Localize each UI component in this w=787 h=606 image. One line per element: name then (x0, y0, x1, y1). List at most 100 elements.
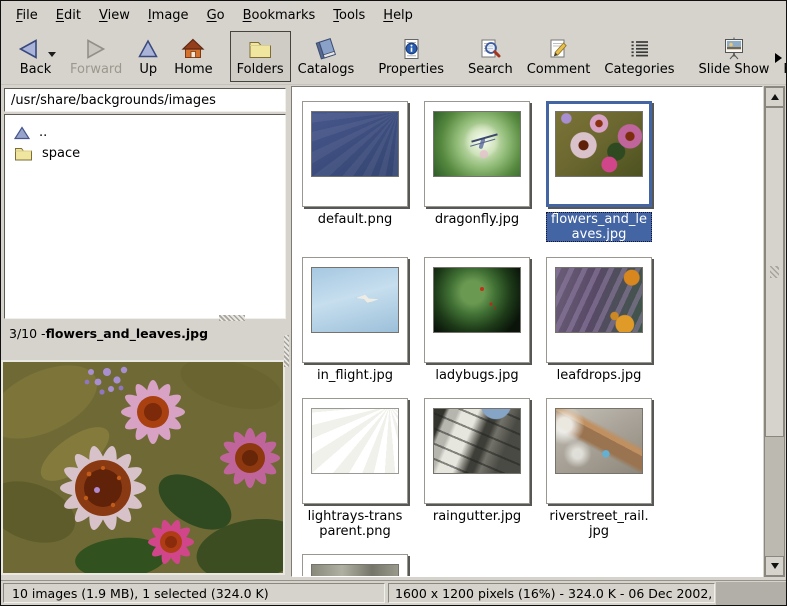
thumbnail-picture (433, 111, 521, 177)
folder-item-space[interactable]: space (5, 143, 285, 164)
sidebar: .. space 3/10 - flowers_and_leaves.jpg (1, 85, 289, 580)
thumbnail-picture (555, 267, 643, 333)
forward-button[interactable]: Forward (63, 31, 129, 82)
gthumb-window: File Edit View Image Go Bookmarks Tools … (0, 0, 787, 606)
thumbnail-view: default.png dragonfly.jpg flowers_and_le… (291, 86, 763, 577)
document-info-icon (399, 37, 424, 61)
thumbnail-raingutter[interactable]: raingutter.jpg (424, 398, 530, 524)
catalogs-button[interactable]: Catalogs (291, 31, 362, 82)
thumbnail-label: ladybugs.jpg (433, 368, 520, 383)
splitter-grip-horizontal[interactable] (219, 315, 245, 321)
vertical-scrollbar[interactable] (764, 86, 785, 577)
home-icon (181, 37, 205, 61)
folders-button[interactable]: Folders (230, 31, 291, 82)
thumbnail-in-flight[interactable]: in_flight.jpg (302, 257, 408, 383)
menu-edit[interactable]: Edit (47, 3, 90, 28)
home-button[interactable]: Home (167, 31, 219, 82)
thumbnail-flowers-and-leaves-selected[interactable]: flowers_and_leaves.jpg (546, 101, 652, 242)
properties-button[interactable]: Properties (371, 31, 451, 82)
thumbnail-picture (433, 267, 521, 333)
back-button[interactable]: Back (8, 31, 63, 82)
thumbnail-card (546, 398, 652, 504)
thumbnail-riverstreet-rail[interactable]: riverstreet_rail.jpg (546, 398, 652, 539)
thumbnail-card (546, 257, 652, 363)
thumbnail-card (546, 101, 652, 207)
slideshow-screen-icon (721, 36, 747, 61)
toolbar-overflow-arrow[interactable] (775, 53, 782, 63)
thumbnail-label: in_flight.jpg (315, 368, 395, 383)
selection-status: 3/10 - flowers_and_leaves.jpg (1, 319, 289, 347)
folder-item-parent[interactable]: .. (5, 122, 285, 143)
up-button[interactable]: Up (129, 31, 167, 82)
thumbnail-picture (311, 564, 399, 577)
thumbnail-card (302, 398, 408, 504)
statusbar-images-summary: 10 images (1.9 MB), 1 selected (324.0 K) (3, 583, 385, 603)
thumbnail-leafdrops[interactable]: leafdrops.jpg (546, 257, 652, 383)
thumbnail-card (302, 101, 408, 207)
book-icon (313, 36, 339, 62)
selection-filename: flowers_and_leaves.jpg (46, 326, 208, 341)
thumbnail-picture (555, 111, 643, 177)
thumbnail-dragonfly[interactable]: dragonfly.jpg (424, 101, 530, 227)
menu-file[interactable]: File (7, 3, 47, 28)
thumbnail-label: raingutter.jpg (431, 509, 523, 524)
down-arrow-icon (771, 563, 779, 569)
thumbnail-card (302, 554, 408, 577)
location-entry[interactable] (4, 88, 286, 112)
statusbar-image-details: 1600 x 1200 pixels (16%) - 324.0 K - 06 … (388, 583, 715, 603)
browser-pane: default.png dragonfly.jpg flowers_and_le… (289, 85, 786, 580)
thumbnail-label: riverstreet_rail.jpg (546, 509, 652, 539)
categories-button[interactable]: Categories (597, 31, 681, 82)
thumbnail-partial[interactable] (302, 554, 408, 577)
statusbar-corner (716, 582, 786, 605)
comment-pencil-icon (546, 37, 571, 61)
thumbnail-label: dragonfly.jpg (433, 212, 521, 227)
search-button[interactable]: Search (461, 31, 520, 82)
thumbnail-label: leafdrops.jpg (555, 368, 644, 383)
categories-list-icon (627, 37, 652, 61)
up-arrow-icon (771, 94, 779, 100)
up-level-icon (14, 126, 30, 140)
thumbnail-card (302, 257, 408, 363)
selection-position: 3/10 - (9, 326, 46, 341)
main-area: .. space 3/10 - flowers_and_leaves.jpg (1, 85, 786, 580)
preview-image (1, 360, 285, 575)
folder-list: .. space (4, 114, 286, 319)
thumbnail-picture (433, 408, 521, 474)
thumbnail-picture (311, 408, 399, 474)
search-icon (478, 37, 503, 61)
thumbnail-picture (311, 267, 399, 333)
up-arrow-icon (136, 37, 160, 61)
thumbnail-lightrays[interactable]: lightrays-transparent.png (302, 398, 408, 539)
scrollbar-thumb[interactable] (765, 107, 784, 437)
folder-item-label: space (42, 146, 80, 161)
toolbar: Back Forward Up (1, 29, 786, 85)
thumbnail-card (424, 101, 530, 207)
menu-view[interactable]: View (90, 3, 139, 28)
thumbnail-picture (311, 111, 399, 177)
forward-arrow-icon (83, 37, 109, 61)
thumbnail-grid: default.png dragonfly.jpg flowers_and_le… (292, 87, 762, 577)
folder-icon (14, 146, 33, 161)
menu-go[interactable]: Go (198, 3, 234, 28)
thumbnail-card (424, 257, 530, 363)
thumbnail-ladybugs[interactable]: ladybugs.jpg (424, 257, 530, 383)
thumbnail-default[interactable]: default.png (302, 101, 408, 227)
menu-bookmarks[interactable]: Bookmarks (234, 3, 325, 28)
scrollbar-up-button[interactable] (765, 87, 784, 107)
statusbar: 10 images (1.9 MB), 1 selected (324.0 K)… (1, 580, 786, 605)
menu-help[interactable]: Help (374, 3, 422, 28)
thumbnail-label: default.png (316, 212, 395, 227)
menu-image[interactable]: Image (139, 3, 198, 28)
menu-tools[interactable]: Tools (324, 3, 374, 28)
slideshow-button[interactable]: Slide Show (691, 31, 776, 82)
thumbnail-picture (555, 408, 643, 474)
scrollbar-down-button[interactable] (765, 556, 784, 576)
back-arrow-icon (15, 37, 41, 61)
thumbnail-card (424, 398, 530, 504)
thumbnail-label: lightrays-transparent.png (302, 509, 408, 539)
folder-icon (247, 37, 273, 61)
back-history-dropdown-arrow[interactable] (48, 52, 56, 57)
folder-item-label: .. (39, 125, 47, 140)
comment-button[interactable]: Comment (520, 31, 598, 82)
